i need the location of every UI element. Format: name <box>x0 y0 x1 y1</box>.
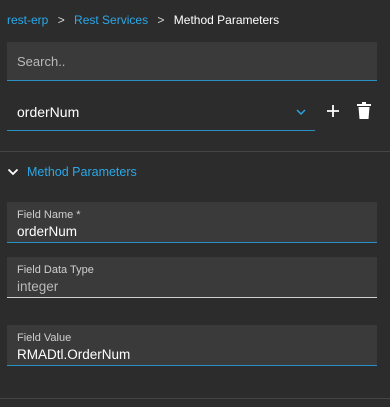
section-divider <box>0 151 390 152</box>
search-input[interactable] <box>7 42 377 80</box>
breadcrumb-separator: > <box>157 13 165 27</box>
chevron-down-icon <box>7 168 19 176</box>
breadcrumb-link-rest-services[interactable]: Rest Services <box>74 13 148 27</box>
parameter-select[interactable]: orderNum <box>7 96 315 131</box>
bottom-divider <box>0 398 390 399</box>
trash-icon[interactable] <box>357 102 371 119</box>
field-value-value: RMADtl.OrderNum <box>17 347 131 362</box>
breadcrumb-separator: > <box>57 13 65 27</box>
parameter-select-value: orderNum <box>17 104 80 120</box>
field-data-type-label: Field Data Type <box>17 264 94 276</box>
breadcrumb-current: Method Parameters <box>173 13 280 27</box>
section-title: Method Parameters <box>27 165 137 179</box>
search-box <box>7 42 377 81</box>
field-name-label: Field Name * <box>17 209 81 221</box>
field-value-field[interactable]: Field Value RMADtl.OrderNum <box>7 325 377 366</box>
method-parameters-page: rest-erp > Rest Services > Method Parame… <box>0 0 390 407</box>
field-name-value: orderNum <box>17 224 78 239</box>
chevron-down-icon <box>296 109 306 115</box>
plus-icon[interactable] <box>325 103 341 119</box>
breadcrumb-link-rest-erp[interactable]: rest-erp <box>7 13 48 27</box>
field-data-type-field: Field Data Type integer <box>7 257 377 298</box>
field-value-label: Field Value <box>17 332 72 344</box>
field-name-field[interactable]: Field Name * orderNum <box>7 202 377 243</box>
breadcrumb: rest-erp > Rest Services > Method Parame… <box>7 12 279 28</box>
field-data-type-value: integer <box>17 279 59 294</box>
